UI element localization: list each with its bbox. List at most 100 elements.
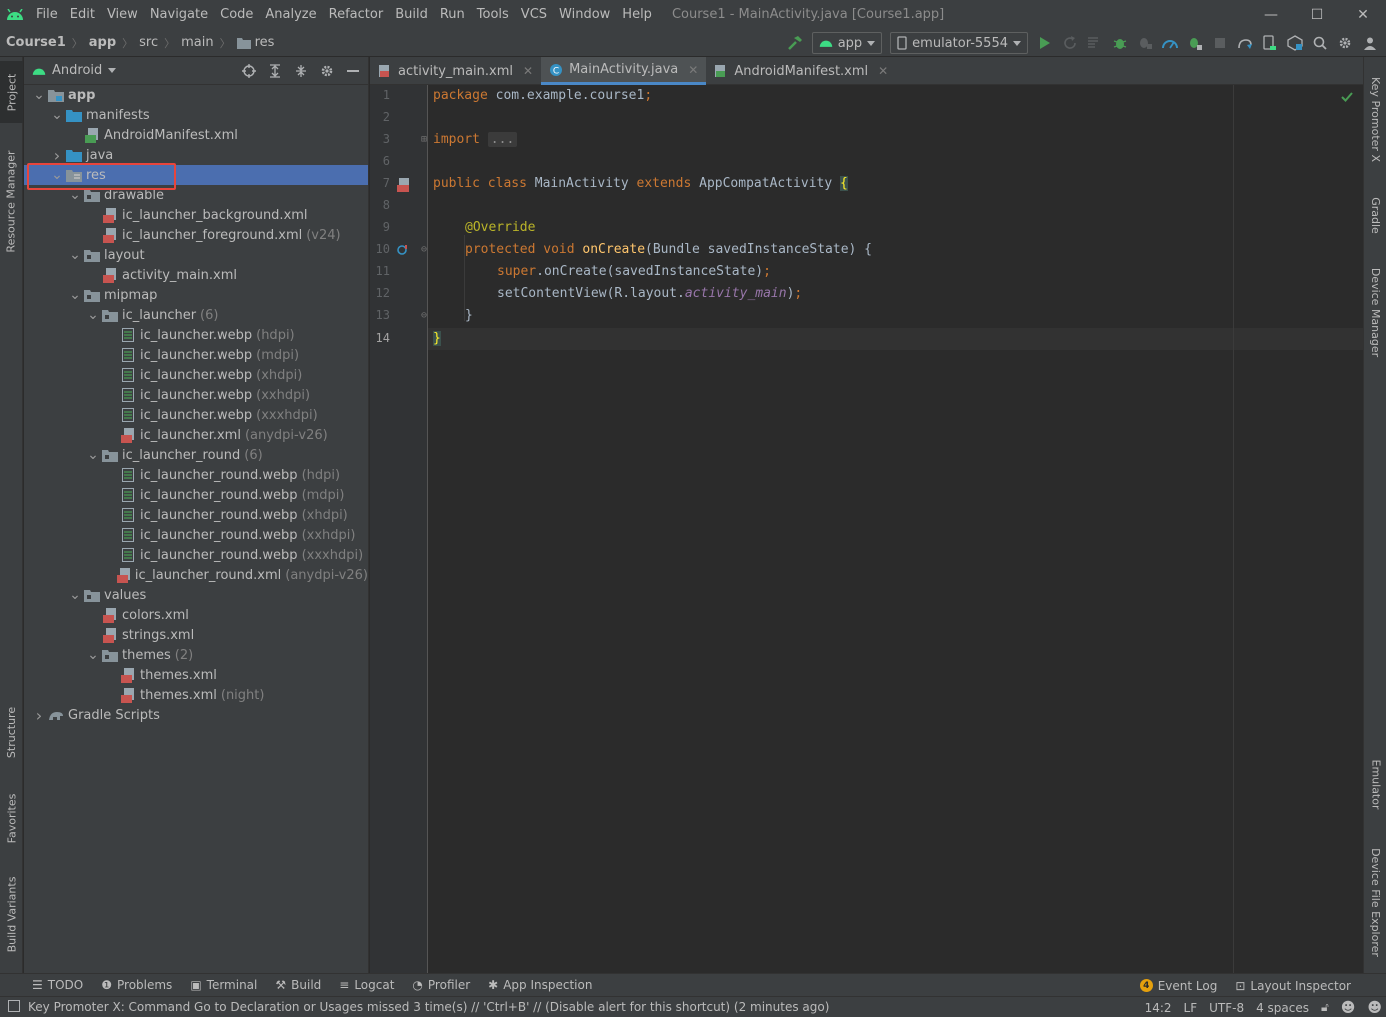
device-select[interactable]: emulator-5554 [890, 32, 1028, 54]
breadcrumb-course1[interactable]: Course1 [6, 35, 66, 50]
structure-tool-tab[interactable]: Structure [0, 697, 23, 767]
layout-inspector-tool-tab[interactable]: ⊡ Layout Inspector [1226, 979, 1360, 993]
status-message[interactable]: Key Promoter X: Command Go to Declaratio… [0, 1000, 829, 1014]
project-tool-tab[interactable]: Project [0, 61, 23, 123]
tree-item[interactable]: strings.xml [24, 625, 368, 645]
chevron-down-icon[interactable]: ⌄ [66, 588, 84, 602]
caret-position[interactable]: 14:2 [1145, 1001, 1172, 1015]
breadcrumb-src[interactable]: src [139, 35, 158, 50]
chevron-down-icon[interactable]: ⌄ [84, 308, 102, 322]
inspector-face-icon[interactable]: ☻ [1367, 1000, 1382, 1016]
no-problems-checkmark-icon[interactable] [1341, 91, 1353, 106]
sdk-manager-icon[interactable] [1282, 31, 1307, 55]
collapse-all-icon[interactable] [290, 60, 312, 82]
breadcrumb-main[interactable]: main [181, 35, 213, 50]
menu-navigate[interactable]: Navigate [144, 0, 214, 29]
menu-view[interactable]: View [101, 0, 144, 29]
tree-item[interactable]: › java [24, 145, 368, 165]
gear-icon[interactable] [1332, 31, 1357, 55]
project-view-select[interactable]: Android [32, 63, 117, 78]
user-icon[interactable] [1357, 31, 1382, 55]
menu-analyze[interactable]: Analyze [259, 0, 322, 29]
folded-imports[interactable]: ... [487, 132, 518, 147]
todo-tool-tab[interactable]: ☰ TODO [0, 978, 92, 992]
lock-icon[interactable]: 🔓︎ [1321, 1000, 1329, 1015]
chevron-down-icon[interactable]: ⌄ [30, 88, 48, 102]
terminal-tool-tab[interactable]: ▣ Terminal [181, 978, 266, 992]
tree-item[interactable]: ic_launcher_round.webp (mdpi) [24, 485, 368, 505]
close-button[interactable]: ✕ [1340, 0, 1386, 29]
close-icon[interactable]: ✕ [688, 63, 698, 77]
file-encoding[interactable]: UTF-8 [1209, 1001, 1244, 1015]
indent-setting[interactable]: 4 spaces [1256, 1001, 1309, 1015]
tree-item[interactable]: ic_launcher.webp (mdpi) [24, 345, 368, 365]
chevron-right-icon[interactable]: › [30, 706, 48, 725]
menu-refactor[interactable]: Refactor [323, 0, 390, 29]
line-separator[interactable]: LF [1184, 1001, 1198, 1015]
chevron-down-icon[interactable]: ⌄ [66, 288, 84, 302]
menu-code[interactable]: Code [214, 0, 259, 29]
fold-end-icon[interactable]: ⊖ [421, 310, 427, 321]
tree-item[interactable]: ic_launcher_foreground.xml (v24) [24, 225, 368, 245]
tree-item[interactable]: ⌄ themes (2) [24, 645, 368, 665]
fold-plus-icon[interactable]: ⊞ [421, 134, 427, 145]
tree-item[interactable]: themes.xml [24, 665, 368, 685]
run-config-select[interactable]: app [811, 32, 883, 54]
tree-item[interactable]: ⌄ mipmap [24, 285, 368, 305]
tree-item[interactable]: ic_launcher_round.webp (xxhdpi) [24, 525, 368, 545]
tree-item[interactable]: activity_main.xml [24, 265, 368, 285]
device-file-explorer-tool-tab[interactable]: Device File Explorer [1364, 837, 1386, 967]
menu-run[interactable]: Run [434, 0, 471, 29]
build-variants-tool-tab[interactable]: Build Variants [0, 869, 23, 959]
tree-item[interactable]: ⌄ ic_launcher (6) [24, 305, 368, 325]
menu-build[interactable]: Build [389, 0, 434, 29]
override-method-icon[interactable] [396, 243, 410, 261]
tree-item[interactable]: ic_launcher.webp (hdpi) [24, 325, 368, 345]
tool-windows-toggle-icon[interactable] [8, 1000, 20, 1012]
gradle-tool-tab[interactable]: Gradle [1364, 185, 1386, 245]
emulator-tool-tab[interactable]: Emulator [1364, 747, 1386, 821]
favorites-tool-tab[interactable]: Favorites [0, 783, 23, 853]
apply-changes-icon[interactable] [1057, 31, 1082, 55]
menu-file[interactable]: File [30, 0, 64, 29]
profile-icon[interactable] [1157, 31, 1182, 55]
hammer-icon[interactable] [783, 31, 808, 55]
close-icon[interactable]: ✕ [878, 64, 888, 78]
breadcrumb-app[interactable]: app [89, 35, 116, 50]
tree-item[interactable]: ic_launcher.webp (xhdpi) [24, 365, 368, 385]
tree-item[interactable]: ic_launcher_round.webp (xxxhdpi) [24, 545, 368, 565]
locate-icon[interactable] [238, 60, 260, 82]
tree-item[interactable]: ⌄ layout [24, 245, 368, 265]
stop-icon[interactable] [1207, 31, 1232, 55]
tree-item[interactable]: colors.xml [24, 605, 368, 625]
apply-code-changes-icon[interactable] [1082, 31, 1107, 55]
tree-item[interactable]: ic_launcher.webp (xxhdpi) [24, 385, 368, 405]
device-manager-icon[interactable] [1257, 31, 1282, 55]
attach-process-icon[interactable] [1182, 31, 1207, 55]
build-tool-tab[interactable]: ⚒ Build [266, 978, 330, 992]
profiler-tool-tab[interactable]: ◔ Profiler [403, 978, 479, 992]
menu-tools[interactable]: Tools [471, 0, 515, 29]
tree-item[interactable]: themes.xml (night) [24, 685, 368, 705]
code-editor[interactable]: 1 2 3 6 7 8 9 10 11 12 13 14 ⊞ ⊖ ⊖ packa… [370, 85, 1363, 973]
sync-gradle-icon[interactable] [1232, 31, 1257, 55]
chevron-down-icon[interactable]: ⌄ [48, 108, 66, 122]
tree-item[interactable]: ⌄ manifests [24, 105, 368, 125]
tree-item[interactable]: ⌄ ic_launcher_round (6) [24, 445, 368, 465]
chevron-down-icon[interactable]: ⌄ [66, 248, 84, 262]
tree-item[interactable]: ic_launcher.webp (xxxhdpi) [24, 405, 368, 425]
tree-item[interactable]: ic_launcher_background.xml [24, 205, 368, 225]
tab-androidmanifest-xml[interactable]: AndroidManifest.xml ✕ [706, 57, 896, 85]
tab-mainactivity-java[interactable]: C MainActivity.java ✕ [541, 57, 707, 85]
gear-icon[interactable] [316, 60, 338, 82]
close-icon[interactable]: ✕ [523, 64, 533, 78]
tree-item[interactable]: ⌄ app [24, 85, 368, 105]
breadcrumb-res[interactable]: res [236, 35, 274, 50]
menu-window[interactable]: Window [553, 0, 616, 29]
debug-icon[interactable] [1107, 31, 1132, 55]
menu-edit[interactable]: Edit [64, 0, 101, 29]
hide-icon[interactable] [342, 60, 364, 82]
resource-manager-tool-tab[interactable]: Resource Manager [0, 141, 23, 261]
menu-help[interactable]: Help [616, 0, 658, 29]
run-icon[interactable] [1032, 31, 1057, 55]
